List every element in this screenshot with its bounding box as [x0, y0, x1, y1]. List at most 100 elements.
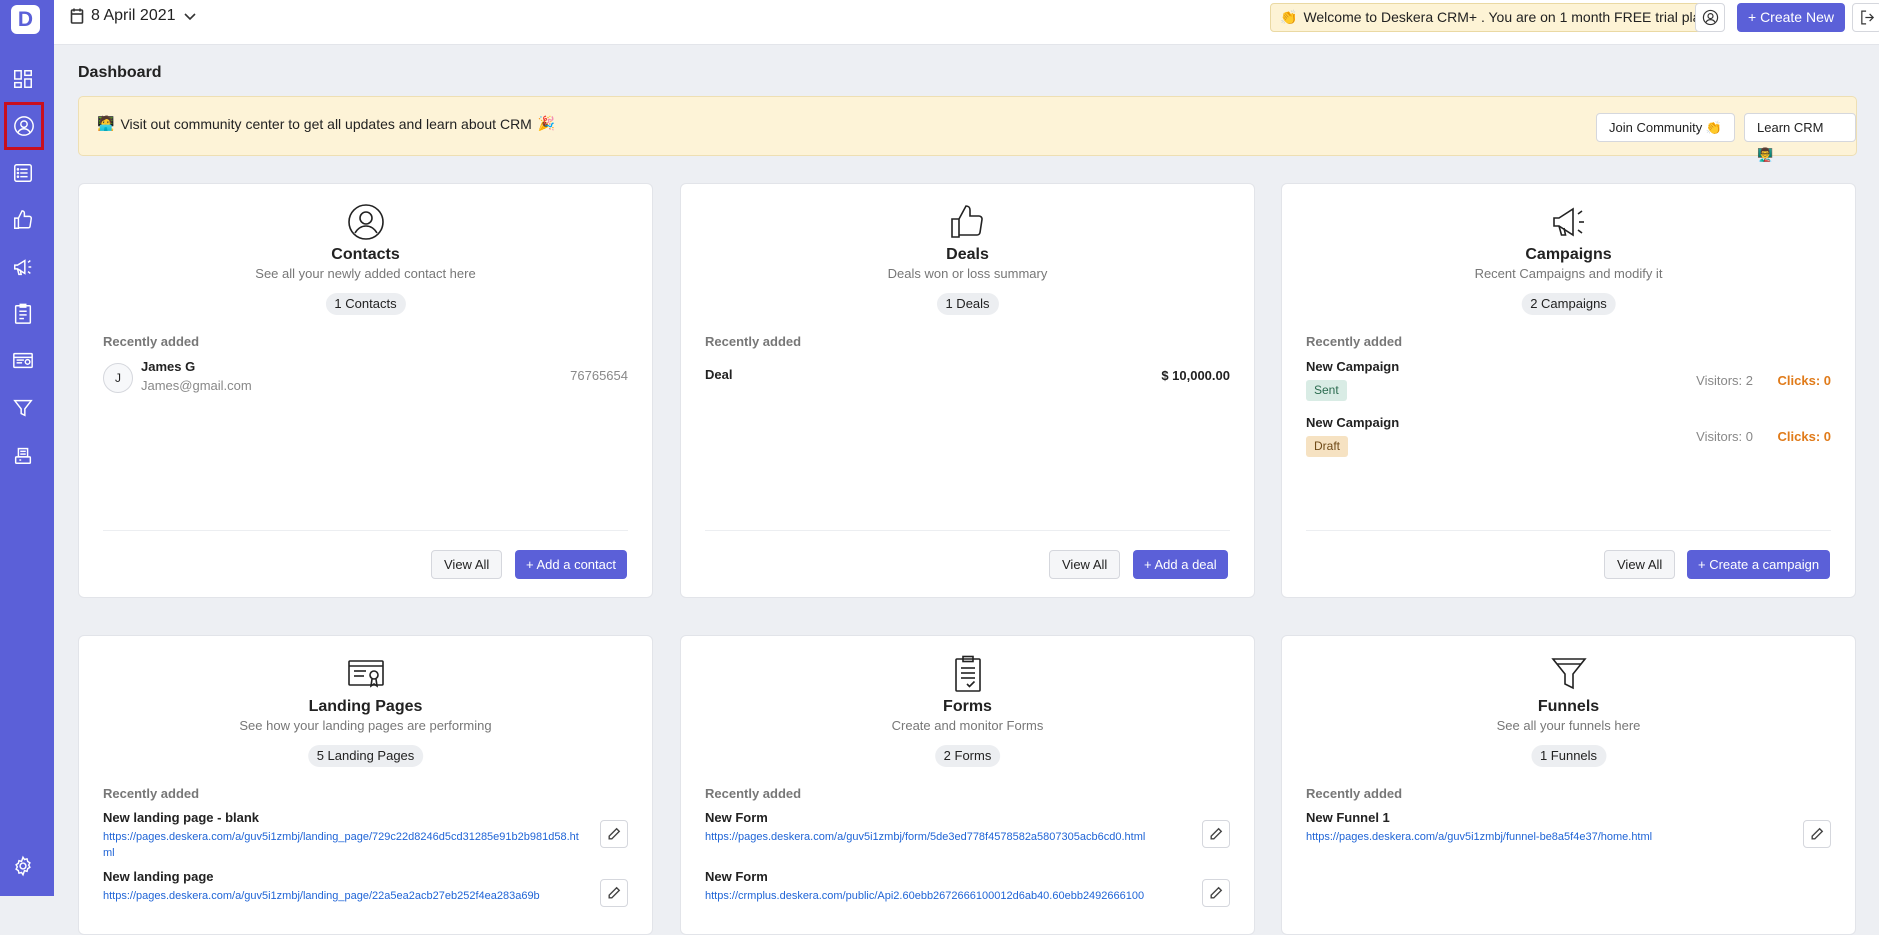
- landing-page-link[interactable]: https://pages.deskera.com/a/guv5i1zmbj/l…: [103, 888, 583, 904]
- card-title: Landing Pages: [308, 698, 423, 715]
- form-name: New Form: [705, 810, 768, 825]
- banner-text: Visit out community center to get all up…: [120, 115, 532, 132]
- forms-card: Forms Create and monitor Forms 2 Forms R…: [680, 635, 1255, 935]
- landing-page-name: New landing page: [103, 869, 214, 884]
- profile-button[interactable]: [1695, 3, 1725, 32]
- count-badge: 2 Campaigns: [1521, 293, 1616, 315]
- card-subtitle: See all your funnels here: [1496, 718, 1641, 733]
- learn-crm-button[interactable]: Learn CRM 👨‍🏫: [1744, 113, 1856, 162]
- top-bar: 8 April 2021 👏 Welcome to Deskera CRM+ .…: [54, 0, 1879, 45]
- megaphone-icon: [1549, 202, 1589, 242]
- recently-added-label: Recently added: [1306, 786, 1403, 801]
- landing-pages-icon[interactable]: [10, 348, 36, 374]
- landing-pages-card: Landing Pages See how your landing pages…: [78, 635, 653, 935]
- divider: [1306, 530, 1831, 531]
- community-banner: 🧑‍💻 Visit out community center to get al…: [78, 96, 1857, 162]
- deals-icon[interactable]: [10, 207, 36, 233]
- card-subtitle: Recent Campaigns and modify it: [1474, 266, 1663, 281]
- landing-page-link[interactable]: https://pages.deskera.com/a/guv5i1zmbj/l…: [103, 829, 583, 861]
- funnels-icon[interactable]: [10, 395, 36, 421]
- visitors-count: Visitors: 0: [1696, 429, 1753, 444]
- count-badge: 1 Funnels: [1530, 745, 1607, 767]
- card-title: Forms: [943, 698, 992, 715]
- funnel-icon: [1549, 654, 1589, 694]
- contact-phone: 76765654: [570, 368, 628, 383]
- edit-button[interactable]: [1803, 820, 1831, 848]
- view-all-button[interactable]: View All: [1604, 550, 1676, 579]
- pencil-icon: [1210, 827, 1223, 840]
- date-label: 8 April 2021: [91, 7, 176, 24]
- funnel-link[interactable]: https://pages.deskera.com/a/guv5i1zmbj/f…: [1306, 829, 1786, 845]
- form-link[interactable]: https://crmplus.deskera.com/public/Api2.…: [705, 888, 1185, 904]
- coder-emoji: 🧑‍💻: [97, 115, 115, 131]
- campaign-name: New Campaign: [1306, 359, 1400, 374]
- contact-email: James@gmail.com: [141, 378, 252, 393]
- visitors-count: Visitors: 2: [1696, 373, 1753, 388]
- dashboard-icon[interactable]: [10, 66, 36, 92]
- gear-icon[interactable]: [10, 853, 36, 879]
- trial-notice: 👏 Welcome to Deskera CRM+ . You are on 1…: [1270, 3, 1723, 32]
- page-title: Dashboard: [78, 64, 162, 81]
- deal-name: Deal: [705, 367, 733, 382]
- sidebar: D: [0, 0, 54, 896]
- chevron-down-icon: [183, 13, 196, 21]
- view-all-button[interactable]: View All: [1049, 550, 1121, 579]
- forms-icon[interactable]: [10, 301, 36, 327]
- create-campaign-button[interactable]: + Create a campaign: [1687, 550, 1831, 579]
- add-contact-button[interactable]: + Add a contact: [515, 550, 627, 579]
- recently-added-label: Recently added: [1306, 334, 1403, 349]
- pencil-icon: [1811, 827, 1824, 840]
- count-badge: 1 Deals: [936, 293, 999, 315]
- campaign-name: New Campaign: [1306, 415, 1400, 430]
- thumbs-up-icon: [948, 202, 988, 242]
- recently-added-label: Recently added: [103, 334, 200, 349]
- trial-text: Welcome to Deskera CRM+ . You are on 1 m…: [1303, 9, 1713, 25]
- contacts-card: Contacts See all your newly added contac…: [78, 183, 653, 598]
- avatar: J: [103, 363, 133, 393]
- form-name: New Form: [705, 869, 768, 884]
- deal-amount: $ 10,000.00: [1161, 368, 1230, 383]
- edit-button[interactable]: [1202, 820, 1230, 848]
- card-title: Campaigns: [1525, 246, 1612, 263]
- create-new-button[interactable]: + Create New: [1737, 3, 1845, 32]
- clicks-count: Clicks: 0: [1777, 429, 1831, 444]
- funnel-name: New Funnel 1: [1306, 810, 1390, 825]
- contact-name: James G: [141, 359, 196, 374]
- join-community-button[interactable]: Join Community 👏: [1596, 113, 1735, 142]
- date-picker[interactable]: 8 April 2021: [70, 7, 197, 25]
- divider: [103, 530, 628, 531]
- landing-page-name: New landing page - blank: [103, 810, 260, 825]
- clicks-count: Clicks: 0: [1777, 373, 1831, 388]
- contacts-icon[interactable]: [4, 102, 44, 150]
- campaigns-icon[interactable]: [10, 254, 36, 280]
- support-icon[interactable]: [10, 442, 36, 468]
- view-all-button[interactable]: View All: [431, 550, 503, 579]
- edit-button[interactable]: [600, 879, 628, 907]
- form-link[interactable]: https://pages.deskera.com/a/guv5i1zmbj/f…: [705, 829, 1185, 845]
- logout-icon: [1860, 10, 1874, 25]
- calendar-icon: [70, 8, 84, 24]
- card-title: Contacts: [331, 246, 400, 263]
- edit-button[interactable]: [1202, 879, 1230, 907]
- user-icon: [1702, 9, 1718, 26]
- campaigns-card: Campaigns Recent Campaigns and modify it…: [1281, 183, 1856, 598]
- card-title: Funnels: [1537, 698, 1600, 715]
- list-icon[interactable]: [10, 160, 36, 186]
- status-badge: Sent: [1306, 380, 1347, 401]
- count-badge: 5 Landing Pages: [307, 745, 424, 767]
- contacts-icon: [346, 202, 386, 242]
- banner-message: 🧑‍💻 Visit out community center to get al…: [97, 115, 555, 132]
- deals-card: Deals Deals won or loss summary 1 Deals …: [680, 183, 1255, 598]
- deskera-logo[interactable]: D: [11, 5, 40, 34]
- pencil-icon: [608, 886, 621, 899]
- count-badge: 2 Forms: [934, 745, 1001, 767]
- count-badge: 1 Contacts: [325, 293, 406, 315]
- edit-button[interactable]: [600, 820, 628, 848]
- divider: [705, 530, 1230, 531]
- clap-emoji: 👏: [1280, 9, 1298, 25]
- add-deal-button[interactable]: + Add a deal: [1133, 550, 1228, 579]
- recently-added-label: Recently added: [705, 334, 802, 349]
- card-subtitle: Deals won or loss summary: [887, 266, 1048, 281]
- status-badge: Draft: [1306, 436, 1349, 457]
- logout-button[interactable]: [1852, 3, 1879, 32]
